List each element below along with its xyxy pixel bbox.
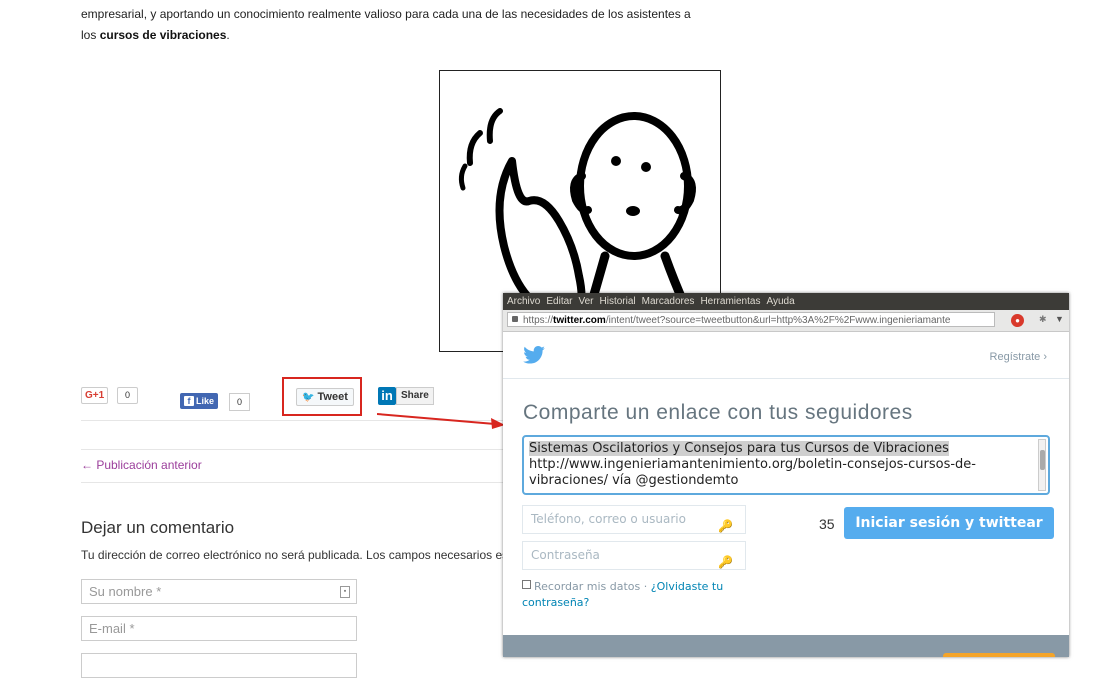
footer-button[interactable]	[943, 653, 1055, 657]
username-placeholder: Teléfono, correo o usuario	[531, 512, 686, 526]
remember-me-checkbox[interactable]	[522, 580, 531, 589]
password-input[interactable]: Contraseña 🔑	[522, 541, 746, 570]
menu-historial[interactable]: Historial	[600, 296, 636, 307]
intro-line-1: empresarial, y aportando un conocimiento…	[81, 7, 691, 21]
url-path: /intent/tweet?source=tweetbutton&url=htt…	[605, 315, 951, 326]
linkedin-share-button[interactable]: in Share	[378, 387, 434, 405]
contact-card-icon: ▪	[340, 586, 350, 598]
comment-form-note: Tu dirección de correo electrónico no se…	[81, 548, 503, 562]
extension-icon[interactable]: ✱	[1039, 314, 1047, 325]
tweet-textarea[interactable]: Sistemas Oscilatorios y Consejos para tu…	[522, 435, 1050, 495]
article-intro: empresarial, y aportando un conocimiento…	[81, 4, 741, 46]
separator: ·	[640, 580, 651, 593]
menu-editar[interactable]: Editar	[546, 296, 572, 307]
twitter-bird-icon: 🐦	[302, 392, 315, 403]
gplus-count: 0	[117, 387, 139, 404]
intro-bold-keyword: cursos de vibraciones	[99, 28, 227, 42]
facebook-like-label: Like	[196, 396, 215, 406]
url-prefix: https://	[523, 315, 554, 326]
tweet-link-text: http://www.ingenieriamantenimiento.org/b…	[529, 457, 976, 488]
menu-herramientas[interactable]: Herramientas	[700, 296, 760, 307]
email-placeholder: E-mail *	[89, 621, 135, 636]
intro-line-2-suffix: .	[226, 28, 230, 42]
menu-ver[interactable]: Ver	[578, 296, 593, 307]
scrollbar-thumb[interactable]	[1040, 450, 1045, 470]
divider	[81, 449, 503, 450]
gplus-button[interactable]: G+1	[81, 387, 109, 404]
tweet-selected-text: Sistemas Oscilatorios y Consejos para tu…	[529, 441, 949, 456]
login-and-tweet-button[interactable]: Iniciar sesión y twittear	[844, 507, 1054, 539]
linkedin-icon: in	[378, 387, 396, 405]
lock-icon	[512, 316, 518, 322]
email-input[interactable]: E-mail *	[81, 616, 357, 641]
textarea-scrollbar[interactable]	[1038, 439, 1046, 491]
comment-form-title: Dejar un comentario	[81, 518, 235, 537]
browser-urlbar: https://twitter.com/intent/tweet?source=…	[503, 310, 1069, 332]
red-arrow-annotation	[377, 413, 505, 429]
name-placeholder: Su nombre *	[89, 584, 162, 599]
twitter-logo-icon[interactable]	[523, 346, 545, 364]
password-manager-key-icon[interactable]: 🔑	[718, 549, 733, 576]
password-manager-key-icon[interactable]: 🔑	[718, 513, 733, 540]
tweet-label: Tweet	[317, 391, 348, 403]
menu-archivo[interactable]: Archivo	[507, 296, 540, 307]
tweet-button[interactable]: 🐦 Tweet	[296, 388, 354, 406]
name-input[interactable]: Su nombre * ▪	[81, 579, 357, 604]
previous-post-link[interactable]: ← Publicación anterior	[81, 458, 202, 472]
remember-me-row: Recordar mis datos · ¿Olvidaste tu contr…	[522, 579, 746, 611]
dropdown-arrow-icon[interactable]: ▼	[1055, 314, 1064, 324]
url-field[interactable]: https://twitter.com/intent/tweet?source=…	[507, 312, 995, 327]
password-placeholder: Contraseña	[531, 548, 600, 562]
menu-marcadores[interactable]: Marcadores	[642, 296, 695, 307]
facebook-like-button[interactable]: f Like	[180, 393, 219, 409]
tweet-popup-window: Archivo Editar Ver Historial Marcadores Herra…	[503, 293, 1069, 657]
signup-link[interactable]: Regístrate ›	[990, 351, 1047, 363]
linkedin-share-label: Share	[396, 387, 434, 405]
twitter-header: Regístrate ›	[503, 332, 1069, 379]
remember-me-label[interactable]: Recordar mis datos	[534, 580, 640, 593]
url-domain: twitter.com	[553, 315, 606, 326]
facebook-like-count: 0	[229, 393, 251, 411]
facebook-icon: f	[184, 396, 194, 406]
intro-line-2: los cursos de vibraciones.	[81, 25, 741, 46]
tweet-highlight-box: 🐦 Tweet	[282, 377, 362, 416]
character-count: 35	[819, 516, 835, 532]
username-input[interactable]: Teléfono, correo o usuario 🔑	[522, 505, 746, 534]
divider	[81, 482, 503, 483]
menu-ayuda[interactable]: Ayuda	[766, 296, 794, 307]
addon-icon[interactable]: ●	[1011, 314, 1024, 327]
twitter-footer	[503, 635, 1069, 657]
tweet-compose-area: Comparte un enlace con tus seguidores Si…	[503, 379, 1069, 631]
intro-line-2-prefix: los	[81, 28, 100, 42]
compose-title: Comparte un enlace con tus seguidores	[523, 401, 913, 424]
browser-menubar: Archivo Editar Ver Historial Marcadores Herra…	[503, 293, 1069, 310]
